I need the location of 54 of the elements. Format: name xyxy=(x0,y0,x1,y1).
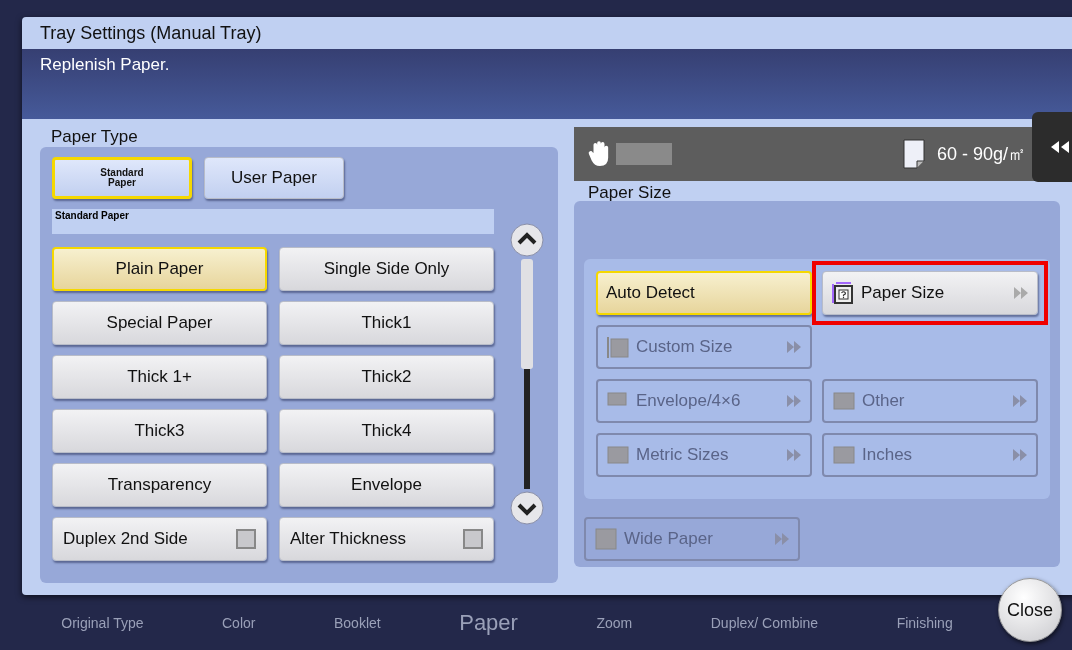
size-tile-icon xyxy=(832,443,856,467)
message-text: Replenish Paper. xyxy=(40,55,170,74)
custom-size-icon xyxy=(606,335,630,359)
redacted-block xyxy=(616,143,672,165)
forward-icon xyxy=(1013,286,1029,300)
hand-icon xyxy=(588,140,610,168)
dialog-title: Tray Settings (Manual Tray) xyxy=(39,22,263,45)
paper-type-button[interactable]: Transparency xyxy=(52,463,267,507)
paper-type-button[interactable]: Single Side Only xyxy=(279,247,494,291)
paper-type-button[interactable]: Special Paper xyxy=(52,301,267,345)
function-tab[interactable]: Duplex/ Combine xyxy=(710,615,819,631)
forward-icon xyxy=(786,340,802,354)
paper-category-tab[interactable]: Standard Paper xyxy=(52,157,192,199)
scroll-track[interactable] xyxy=(524,259,530,489)
paper-type-button[interactable]: Envelope xyxy=(279,463,494,507)
section-label: Paper Type xyxy=(50,127,139,147)
paper-type-button[interactable]: Thick1 xyxy=(279,301,494,345)
forward-icon xyxy=(786,394,802,408)
forward-icon xyxy=(786,448,802,462)
checkbox-option[interactable]: Alter Thickness xyxy=(279,517,494,561)
forward-icon xyxy=(774,532,790,546)
paper-type-button[interactable]: Thick3 xyxy=(52,409,267,453)
checkbox-option[interactable]: Duplex 2nd Side xyxy=(52,517,267,561)
section-label: Paper Size xyxy=(587,183,673,201)
double-left-arrow-icon xyxy=(1050,140,1070,154)
function-tab[interactable]: Original Type xyxy=(61,615,144,631)
function-tab[interactable]: Paper xyxy=(459,610,518,636)
paper-size-button[interactable]: Auto Detect xyxy=(596,271,812,315)
paper-size-icon xyxy=(831,281,855,305)
paper-type-button[interactable]: Thick2 xyxy=(279,355,494,399)
collapse-tab[interactable] xyxy=(1032,112,1072,182)
paper-weight: 60 - 90g/㎡ xyxy=(936,143,1026,166)
forward-icon xyxy=(1012,394,1028,408)
function-tab[interactable]: Color xyxy=(222,615,256,631)
paper-category-tab[interactable]: User Paper xyxy=(204,157,344,199)
wide-paper-icon xyxy=(594,527,618,551)
category-caption: Standard Paper xyxy=(52,209,494,234)
paper-size-button[interactable]: Paper Size xyxy=(822,271,1038,315)
size-tile-icon xyxy=(606,443,630,467)
paper-type-button[interactable]: Thick 1+ xyxy=(52,355,267,399)
scroll-thumb[interactable] xyxy=(521,259,533,369)
paper-sheet-icon xyxy=(902,139,925,169)
function-tab[interactable]: Zoom xyxy=(596,615,633,631)
checkbox[interactable] xyxy=(463,529,483,549)
close-button[interactable]: Close xyxy=(998,578,1062,642)
scroll-down-button[interactable] xyxy=(510,491,544,525)
paper-type-button[interactable]: Plain Paper xyxy=(52,247,267,291)
function-tab[interactable]: Finishing xyxy=(896,615,953,631)
function-tab[interactable]: Booklet xyxy=(334,615,381,631)
forward-icon xyxy=(1012,448,1028,462)
paper-type-button[interactable]: Thick4 xyxy=(279,409,494,453)
checkbox[interactable] xyxy=(236,529,256,549)
size-tile-icon xyxy=(832,389,856,413)
scroll-up-button[interactable] xyxy=(510,223,544,257)
